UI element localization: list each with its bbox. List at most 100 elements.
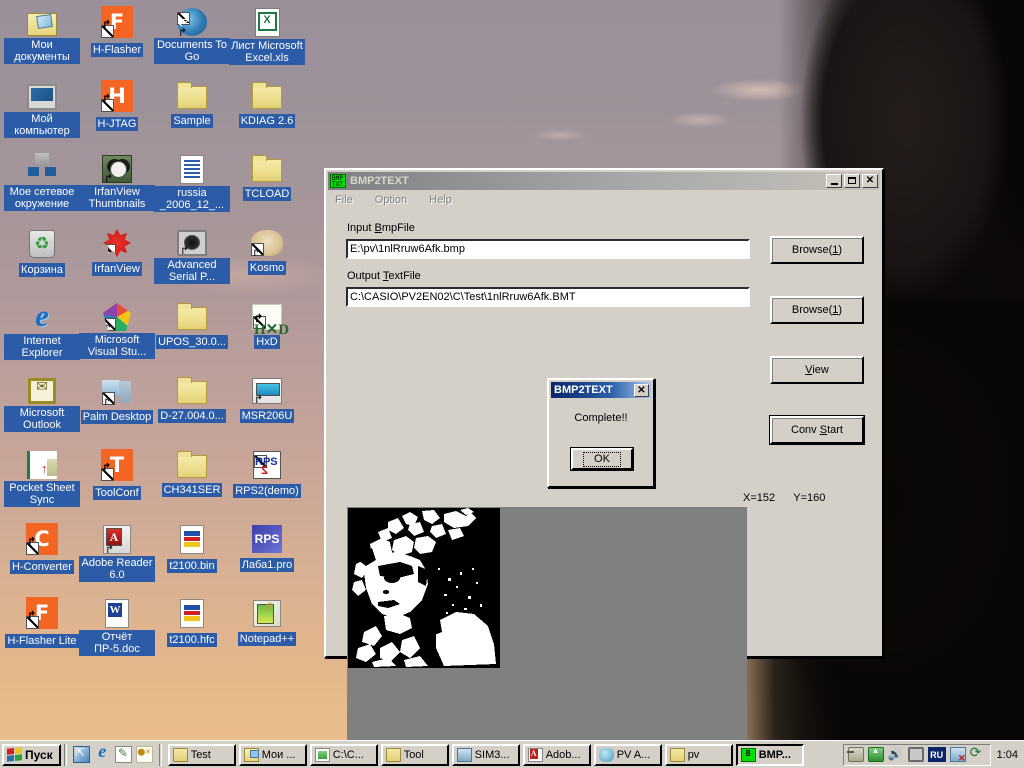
start-button-label: Пуск xyxy=(25,747,53,762)
browse-input-button[interactable]: Browse(1) xyxy=(770,236,864,264)
taskbar-button-2[interactable]: C:\C... xyxy=(309,743,378,766)
desktop-icon-18[interactable]: UPOS_30.0... xyxy=(154,301,230,350)
start-button[interactable]: Пуск xyxy=(2,743,61,766)
bmp2text-app-icon xyxy=(740,747,756,762)
hxd-hex-editor-icon[interactable] xyxy=(135,746,153,763)
desktop-icon-23[interactable]: MSR206U xyxy=(229,375,305,424)
desktop-icon-34[interactable]: t2100.hfc xyxy=(154,597,230,648)
output-text-file-field[interactable]: C:\CASIO\PV2EN02\C\Test\1nlRruw6Afk.BMT xyxy=(346,287,750,307)
taskbar-button-3[interactable]: Tool xyxy=(380,743,449,766)
taskbar-button-label: BMP... xyxy=(758,748,791,761)
bitmap-preview-image xyxy=(348,508,500,668)
internet-explorer-icon[interactable] xyxy=(94,741,111,763)
desktop-icon-35[interactable]: Notepad++ xyxy=(229,597,305,647)
desktop-icon-19[interactable]: HxD xyxy=(229,301,305,350)
view-button[interactable]: View xyxy=(770,356,864,384)
language-indicator[interactable]: RU xyxy=(927,747,946,762)
documents-to-go-icon xyxy=(177,8,207,36)
desktop-icon-label: Adobe Reader 6.0 xyxy=(79,556,155,582)
desktop-icon-31[interactable]: Лаба1.pro xyxy=(229,523,305,573)
desktop-icon-3[interactable]: Лист Microsoft Excel.xls xyxy=(229,6,305,66)
desktop-icon-11[interactable]: TCLOAD xyxy=(229,153,305,202)
menu-bar[interactable]: File Option Help xyxy=(329,191,879,209)
sync-icon[interactable] xyxy=(970,744,986,762)
volume-icon[interactable] xyxy=(888,747,904,762)
taskbar-button-8[interactable]: BMP... xyxy=(735,743,804,766)
show-desktop-icon[interactable] xyxy=(72,746,90,763)
network-disconnected-icon[interactable] xyxy=(949,747,966,764)
menu-item-help[interactable]: Help xyxy=(429,194,452,206)
taskbar-button-6[interactable]: PV A... xyxy=(593,743,662,766)
task-button-list[interactable]: Test Мои ... C:\C... Tool SIM3... Adob... PV A… xyxy=(165,743,843,766)
desktop-icon-5[interactable]: H H-JTAG xyxy=(79,80,155,132)
desktop-icon-label: Kosmo xyxy=(247,261,287,275)
desktop-icon-32[interactable]: F H-Flasher Lite xyxy=(4,597,80,649)
desktop-icon-2[interactable]: Documents To Go xyxy=(154,6,230,65)
system-tray[interactable]: RU xyxy=(842,743,991,766)
safely-remove-hardware-icon[interactable] xyxy=(867,746,884,762)
menu-item-file[interactable]: File xyxy=(335,194,353,206)
browse-output-button[interactable]: Browse(1) xyxy=(770,296,864,324)
desktop-icon-12[interactable]: Корзина xyxy=(4,227,80,278)
maximize-button[interactable] xyxy=(844,174,860,188)
desktop-icon-30[interactable]: t2100.bin xyxy=(154,523,230,574)
input-bmp-file-field[interactable]: E:\pv\1nlRruw6Afk.bmp xyxy=(346,239,750,259)
desktop-icon-1[interactable]: F H-Flasher xyxy=(79,6,155,58)
taskbar-button-4[interactable]: SIM3... xyxy=(451,743,520,766)
desktop-icon-label: CH341SER xyxy=(161,483,223,497)
message-box-ok-button[interactable]: OK xyxy=(570,447,634,471)
adobe-reader-icon xyxy=(103,525,131,554)
taskbar-button-1[interactable]: Мои ... xyxy=(238,743,307,766)
my-documents-folder-icon xyxy=(27,13,57,36)
text-editor-icon[interactable] xyxy=(114,746,132,763)
quick-launch-bar[interactable] xyxy=(70,741,156,763)
taskbar-clock[interactable]: 1:04 xyxy=(993,749,1024,761)
desktop-icon-33[interactable]: Отчёт ПР-5.doc xyxy=(79,597,155,657)
desktop-icon-0[interactable]: Мои документы xyxy=(4,6,80,65)
desktop-icon-21[interactable]: Palm Desktop xyxy=(79,375,155,425)
bitmap-preview-panel[interactable] xyxy=(347,507,747,768)
desktop-icon-label: TCLOAD xyxy=(242,187,292,201)
desktop-icon-label: Мой компьютер xyxy=(4,112,80,138)
minimize-button[interactable] xyxy=(826,174,842,188)
desktop-icon-24[interactable]: Pocket Sheet Sync xyxy=(4,449,80,508)
desktop-icon-label: Microsoft Outlook xyxy=(4,406,80,432)
desktop-icon-20[interactable]: Microsoft Outlook xyxy=(4,375,80,433)
desktop-icon-label: H-Flasher xyxy=(90,43,144,57)
message-box-close-button[interactable]: ✕ xyxy=(634,383,649,397)
taskbar-button-0[interactable]: Test xyxy=(167,743,236,766)
desktop-icon-label: H-Converter xyxy=(10,560,74,574)
modem-icon[interactable] xyxy=(846,747,864,762)
complete-message-box[interactable]: BMP2TEXT ✕ Complete!! OK xyxy=(547,378,655,488)
conv-start-button[interactable]: Conv Start xyxy=(769,415,865,445)
desktop-icon-25[interactable]: T ToolConf xyxy=(79,449,155,501)
desktop-icon-8[interactable]: Мое сетевое окружение xyxy=(4,153,80,212)
desktop-icon-6[interactable]: Sample xyxy=(154,80,230,129)
window-title-bar[interactable]: BMP TXT BMP2TEXT ✕ xyxy=(328,172,880,190)
desktop-icon-28[interactable]: C H-Converter xyxy=(4,523,80,575)
display-icon[interactable] xyxy=(907,747,924,762)
desktop-icon-label: Sample xyxy=(171,114,213,128)
desktop-icon-4[interactable]: Мой компьютер xyxy=(4,80,80,139)
message-box-title: BMP2TEXT xyxy=(554,384,613,396)
desktop-icon-22[interactable]: D-27.004.0... xyxy=(154,375,230,424)
close-button[interactable]: ✕ xyxy=(862,174,878,188)
menu-item-option[interactable]: Option xyxy=(375,194,407,206)
desktop-icon-29[interactable]: Adobe Reader 6.0 xyxy=(79,523,155,583)
desktop-icon-label: H-Flasher Lite xyxy=(5,634,79,648)
desktop-icon-9[interactable]: IrfanView Thumbnails xyxy=(79,153,155,212)
desktop-icon-13[interactable]: IrfanView xyxy=(79,227,155,277)
desktop-icon-14[interactable]: Advanced Serial P... xyxy=(154,227,230,285)
taskbar-button-5[interactable]: Adob... xyxy=(522,743,591,766)
desktop-icon-7[interactable]: KDIAG 2.6 xyxy=(229,80,305,129)
desktop-icon-17[interactable]: Microsoft Visual Stu... xyxy=(79,301,155,360)
window-controls[interactable]: ✕ xyxy=(826,174,878,188)
desktop-icon-15[interactable]: Kosmo xyxy=(229,227,305,276)
taskbar-button-7[interactable]: pv xyxy=(664,743,733,766)
desktop-icon-27[interactable]: RPS2(demo) xyxy=(229,449,305,499)
desktop-icon-16[interactable]: Internet Explorer xyxy=(4,298,80,361)
desktop-icon-10[interactable]: russia _2006_12_... xyxy=(154,153,230,213)
desktop-icon-label: Microsoft Visual Stu... xyxy=(79,333,155,359)
message-box-title-bar[interactable]: BMP2TEXT ✕ xyxy=(551,382,651,398)
desktop-icon-26[interactable]: CH341SER xyxy=(154,449,230,498)
